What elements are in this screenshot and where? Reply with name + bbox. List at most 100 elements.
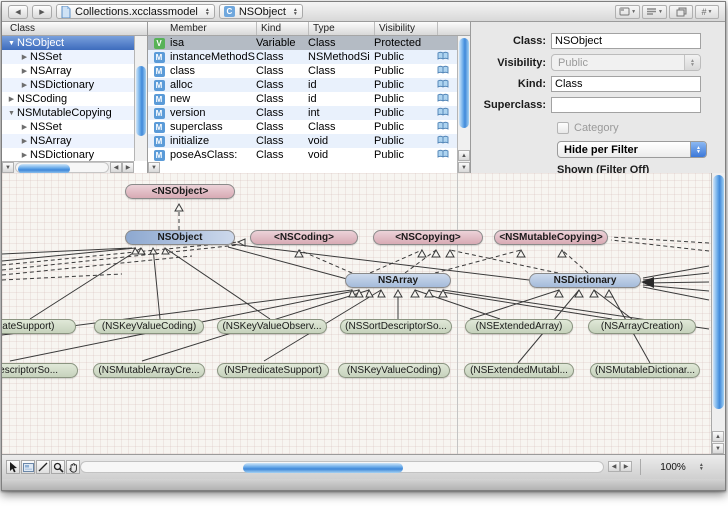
disclosure-icon[interactable]: ▶ bbox=[19, 151, 30, 159]
doc-cell[interactable] bbox=[437, 135, 455, 148]
disclosure-icon[interactable]: ▶ bbox=[19, 137, 30, 145]
tree-row[interactable]: ▶NSArray bbox=[2, 134, 134, 148]
scroll-down-icon[interactable]: ▼ bbox=[712, 443, 724, 454]
line-tool[interactable] bbox=[36, 460, 50, 474]
pointer-tool[interactable] bbox=[6, 460, 20, 474]
table-row[interactable]: MallocClassidPublic bbox=[148, 78, 457, 92]
disclosure-icon[interactable]: ▶ bbox=[19, 81, 30, 89]
type-column-header[interactable]: Type bbox=[308, 22, 374, 35]
doc-cell[interactable] bbox=[437, 93, 455, 106]
diagram-node[interactable]: <NSCopying> bbox=[373, 230, 483, 245]
magnify-tool[interactable] bbox=[51, 460, 65, 474]
kind-column-header[interactable]: Kind bbox=[256, 22, 308, 35]
filter-popup[interactable]: Hide per Filter ▲▼ bbox=[557, 141, 707, 158]
scroll-up-icon[interactable]: ▲ bbox=[712, 431, 724, 442]
disclosure-icon[interactable]: ▶ bbox=[19, 123, 30, 131]
diagram-node[interactable]: (NSMutableArrayCre... bbox=[93, 363, 205, 378]
class-column-header[interactable]: Class bbox=[2, 22, 147, 36]
diagram-node[interactable]: dicateSupport) bbox=[2, 319, 76, 334]
doc-cell[interactable] bbox=[437, 149, 455, 162]
scroll-down-icon[interactable]: ▼ bbox=[2, 162, 14, 173]
diagram-node[interactable]: NSArray bbox=[345, 273, 451, 288]
file-popup[interactable]: Collections.xcclassmodel ▲▼ bbox=[56, 4, 215, 19]
class-tree-hscrollbar[interactable]: ▼ ◀ ▶ bbox=[2, 161, 134, 173]
zoom-control[interactable]: 100% ▲▼ bbox=[640, 459, 723, 475]
diagram-node[interactable]: <NSObject> bbox=[125, 184, 235, 199]
disclosure-icon[interactable]: ▼ bbox=[6, 40, 17, 47]
scroll-thumb[interactable] bbox=[136, 66, 146, 136]
table-row[interactable]: MinitializeClassvoidPublic bbox=[148, 134, 457, 148]
tree-row[interactable]: ▶NSSet bbox=[2, 120, 134, 134]
tree-row[interactable]: ▶NSDictionary bbox=[2, 148, 134, 162]
member-table-vscrollbar[interactable]: ▲ ▼ bbox=[457, 36, 470, 173]
table-row[interactable]: VisaVariableClassProtected bbox=[148, 36, 457, 50]
annotation-popup-button[interactable]: ▼ bbox=[642, 5, 667, 19]
diagram-node[interactable]: NSDictionary bbox=[529, 273, 641, 288]
back-button[interactable]: ◀ bbox=[8, 5, 28, 19]
kind-field[interactable] bbox=[551, 76, 701, 92]
diagram-node[interactable]: (NSArrayCreation) bbox=[588, 319, 696, 334]
tree-row[interactable]: ▼NSObject bbox=[2, 36, 134, 50]
member-column-header[interactable]: Member bbox=[170, 23, 256, 34]
diagram-node[interactable]: DescriptorSo... bbox=[2, 363, 78, 378]
doc-cell[interactable] bbox=[437, 107, 455, 120]
scroll-up-icon[interactable]: ▲ bbox=[458, 150, 470, 161]
diagram-node[interactable]: (NSExtendedMutabl... bbox=[464, 363, 574, 378]
diagram-node[interactable]: (NSKeyValueCoding) bbox=[338, 363, 450, 378]
scroll-left-icon[interactable]: ◀ bbox=[608, 461, 620, 472]
class-tree-vscrollbar[interactable] bbox=[134, 36, 147, 161]
disclosure-icon[interactable]: ▶ bbox=[19, 53, 30, 61]
class-field[interactable] bbox=[551, 33, 701, 49]
scroll-thumb[interactable] bbox=[713, 175, 724, 409]
diagram-node[interactable]: (NSKeyValueCoding) bbox=[94, 319, 204, 334]
table-row[interactable]: MnewClassidPublic bbox=[148, 92, 457, 106]
diagram-vscrollbar[interactable]: ▲ ▼ bbox=[711, 173, 725, 454]
doc-cell[interactable] bbox=[437, 65, 455, 78]
scroll-thumb[interactable] bbox=[459, 38, 469, 128]
table-row[interactable]: MclassClassClassPublic bbox=[148, 64, 457, 78]
tree-row[interactable]: ▶NSDictionary bbox=[2, 78, 134, 92]
table-row[interactable]: MsuperclassClassClassPublic bbox=[148, 120, 457, 134]
hand-tool[interactable] bbox=[66, 460, 80, 474]
table-row[interactable]: MposeAsClass:ClassvoidPublic bbox=[148, 148, 457, 162]
disclosure-icon[interactable]: ▶ bbox=[6, 95, 17, 103]
category-checkbox[interactable] bbox=[557, 122, 569, 134]
scroll-right-icon[interactable]: ▶ bbox=[620, 461, 632, 472]
scroll-left-icon[interactable]: ◀ bbox=[110, 162, 122, 173]
duplicate-popup-button[interactable] bbox=[669, 5, 693, 19]
class-popup[interactable]: C NSObject ▲▼ bbox=[219, 4, 303, 19]
embed-popup-button[interactable]: ▼ bbox=[615, 5, 640, 19]
diagram-node[interactable]: <NSCoding> bbox=[250, 230, 358, 245]
visibility-popup[interactable]: Public ▲▼ bbox=[551, 54, 701, 71]
tree-row[interactable]: ▶NSCoding bbox=[2, 92, 134, 106]
diagram-node[interactable]: NSObject bbox=[125, 230, 235, 245]
table-row[interactable]: MinstanceMethodSClassNSMethodSiPublic bbox=[148, 50, 457, 64]
table-row[interactable]: MversionClassintPublic bbox=[148, 106, 457, 120]
doc-cell[interactable] bbox=[437, 121, 455, 134]
scroll-down-icon[interactable]: ▼ bbox=[148, 162, 160, 173]
disclosure-icon[interactable]: ▼ bbox=[6, 110, 17, 117]
tree-row[interactable]: ▶NSArray bbox=[2, 64, 134, 78]
embed-tool[interactable] bbox=[21, 460, 35, 474]
diagram-node[interactable]: (NSPredicateSupport) bbox=[217, 363, 329, 378]
visibility-column-header[interactable]: Visibility bbox=[374, 22, 437, 35]
tree-row[interactable]: ▶NSSet bbox=[2, 50, 134, 64]
scroll-right-icon[interactable]: ▶ bbox=[122, 162, 134, 173]
diagram-node[interactable]: (NSSortDescriptorSo... bbox=[340, 319, 452, 334]
diagram-node[interactable]: (NSExtendedArray) bbox=[465, 319, 573, 334]
diagram-node[interactable]: (NSKeyValueObserv... bbox=[217, 319, 327, 334]
superclass-field[interactable] bbox=[551, 97, 701, 113]
disclosure-icon[interactable]: ▶ bbox=[19, 67, 30, 75]
diagram-node[interactable]: <NSMutableCopying> bbox=[494, 230, 608, 245]
count-popup-button[interactable]: #▼ bbox=[695, 5, 719, 19]
tree-row[interactable]: ▼NSMutableCopying bbox=[2, 106, 134, 120]
diagram-canvas[interactable]: <NSObject> NSObject <NSCoding> <NSCopying> <… bbox=[2, 173, 711, 454]
doc-cell[interactable] bbox=[437, 51, 455, 64]
diagram-hscrollbar[interactable] bbox=[80, 461, 604, 473]
scroll-thumb[interactable] bbox=[18, 164, 70, 173]
scroll-down-icon[interactable]: ▼ bbox=[458, 162, 470, 173]
forward-button[interactable]: ▶ bbox=[32, 5, 52, 19]
scroll-thumb[interactable] bbox=[243, 463, 403, 473]
doc-cell[interactable] bbox=[437, 79, 455, 92]
diagram-node[interactable]: (NSMutableDictionar... bbox=[590, 363, 700, 378]
